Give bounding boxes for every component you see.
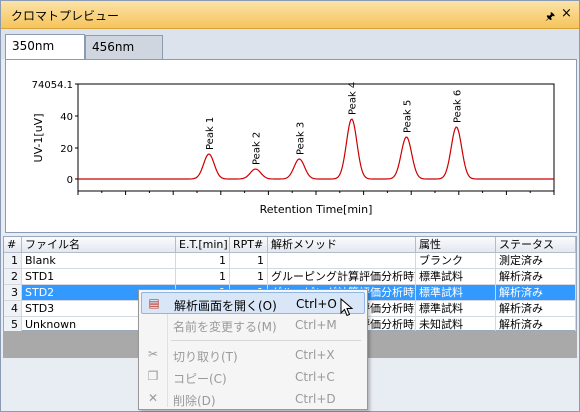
- menu-item[interactable]: ❐ コピー(C) Ctrl+C: [141, 366, 365, 388]
- menu-item-label: 削除(D): [173, 394, 216, 408]
- table-cell-attr[interactable]: 標準試料: [416, 301, 496, 317]
- mouse-cursor-icon: [340, 298, 354, 317]
- menu-item-shortcut: Ctrl+C: [295, 370, 335, 384]
- menu-item-label: コピー(C): [173, 372, 227, 386]
- menu-item[interactable]: 名前を変更する(M) Ctrl+M: [141, 314, 365, 336]
- blank-icon: [145, 317, 161, 333]
- peak-label: Peak 5: [402, 100, 413, 133]
- x-axis-label: Retention Time[min]: [260, 203, 373, 216]
- chromatogram-trace: [78, 118, 554, 180]
- table-cell-file[interactable]: Blank: [22, 253, 176, 269]
- peak-label: Peak 4: [348, 82, 359, 115]
- table-cell-method[interactable]: グルーピング計算評価分析時刻: [268, 269, 416, 285]
- chart-open-icon: ▤: [148, 296, 160, 310]
- table-cell-num[interactable]: 1: [4, 253, 22, 269]
- table-cell-num[interactable]: 4: [4, 301, 22, 317]
- menu-separator: [171, 340, 361, 341]
- table-cell-num[interactable]: 2: [4, 269, 22, 285]
- table-cell-rpt[interactable]: 1: [230, 253, 268, 269]
- delete-icon: ✕: [147, 391, 159, 405]
- table-cell-method[interactable]: [268, 253, 416, 269]
- tab-456nm[interactable]: 456nm: [85, 35, 163, 59]
- chromatogram-chart-area: 74054.1 40 20 0 UV-1[uV] Retention Time[min] P…: [5, 59, 577, 233]
- context-menu: ▤ 解析画面を開く(O) Ctrl+O 名前を変更する(M) Ctrl+M ✂ 切り取り(T…: [138, 289, 368, 410]
- table-header: # ファイル名 E.T.[min] RPT# 解析メソッド 属性 ステータス: [4, 237, 576, 253]
- table-cell-attr[interactable]: ブランク: [416, 253, 496, 269]
- copy-icon: ❐: [147, 369, 159, 383]
- column-header[interactable]: ファイル名: [22, 237, 176, 253]
- table-cell-file[interactable]: STD1: [22, 269, 176, 285]
- table-cell-status[interactable]: 解析済み: [496, 285, 576, 301]
- column-header[interactable]: 解析メソッド: [268, 237, 416, 253]
- menu-item-label: 解析画面を開く(O): [174, 299, 277, 313]
- menu-item[interactable]: ▤ 解析画面を開く(O) Ctrl+O: [141, 292, 365, 314]
- table-cell-et[interactable]: 1: [176, 253, 230, 269]
- menu-item[interactable]: ✕ 削除(D) Ctrl+D: [141, 388, 365, 410]
- table-cell-status[interactable]: 解析済み: [496, 269, 576, 285]
- peak-label: Peak 3: [295, 122, 306, 155]
- menu-item[interactable]: ✂ 切り取り(T) Ctrl+X: [141, 344, 365, 366]
- scissors-icon: ✂: [147, 347, 159, 361]
- y-tick-label: 0: [67, 175, 73, 186]
- close-icon[interactable]: ×: [561, 6, 572, 21]
- menu-item-shortcut: Ctrl+X: [295, 348, 335, 362]
- y-tick-label: 40: [60, 112, 73, 123]
- column-header[interactable]: RPT#: [230, 237, 268, 253]
- menu-item-shortcut: Ctrl+M: [295, 318, 337, 332]
- peak-label: Peak 6: [452, 90, 463, 123]
- tab-350nm[interactable]: 350nm: [5, 34, 85, 59]
- table-cell-status[interactable]: 解析済み: [496, 301, 576, 317]
- menu-item-shortcut: Ctrl+O: [296, 297, 337, 311]
- column-header[interactable]: 属性: [416, 237, 496, 253]
- table-cell-attr[interactable]: 標準試料: [416, 285, 496, 301]
- peak-label: Peak 2: [252, 132, 263, 165]
- table-row[interactable]: 1 Blank 1 1 ブランク 測定済み: [4, 253, 576, 269]
- table-cell-et[interactable]: 1: [176, 269, 230, 285]
- y-tick-label: 74054.1: [32, 80, 73, 91]
- table-cell-rpt[interactable]: 1: [230, 269, 268, 285]
- column-header[interactable]: #: [4, 237, 22, 253]
- menu-item-label: 切り取り(T): [173, 350, 238, 364]
- menu-item-shortcut: Ctrl+D: [295, 392, 336, 406]
- plot-frame: [77, 83, 555, 192]
- column-header[interactable]: ステータス: [496, 237, 576, 253]
- wavelength-tabs: 350nm 456nm: [1, 29, 579, 59]
- column-header[interactable]: E.T.[min]: [176, 237, 230, 253]
- chromatogram-chart: 74054.1 40 20 0 UV-1[uV] Retention Time[min] P…: [32, 80, 555, 216]
- table-cell-attr[interactable]: 標準試料: [416, 269, 496, 285]
- table-cell-num[interactable]: 3: [4, 285, 22, 301]
- pin-icon[interactable]: 🖈: [545, 8, 555, 27]
- table-cell-status[interactable]: 測定済み: [496, 253, 576, 269]
- y-tick-label: 20: [60, 144, 73, 155]
- peak-label: Peak 1: [205, 117, 216, 150]
- menu-item-label: 名前を変更する(M): [173, 320, 277, 334]
- panel-title: クロマトプレビュー: [11, 9, 120, 23]
- panel-titlebar: クロマトプレビュー 🖈 ×: [1, 1, 579, 29]
- table-row[interactable]: 2 STD1 1 1 グルーピング計算評価分析時刻 標準試料 解析済み: [4, 269, 576, 285]
- y-axis-label: UV-1[uV]: [32, 114, 45, 163]
